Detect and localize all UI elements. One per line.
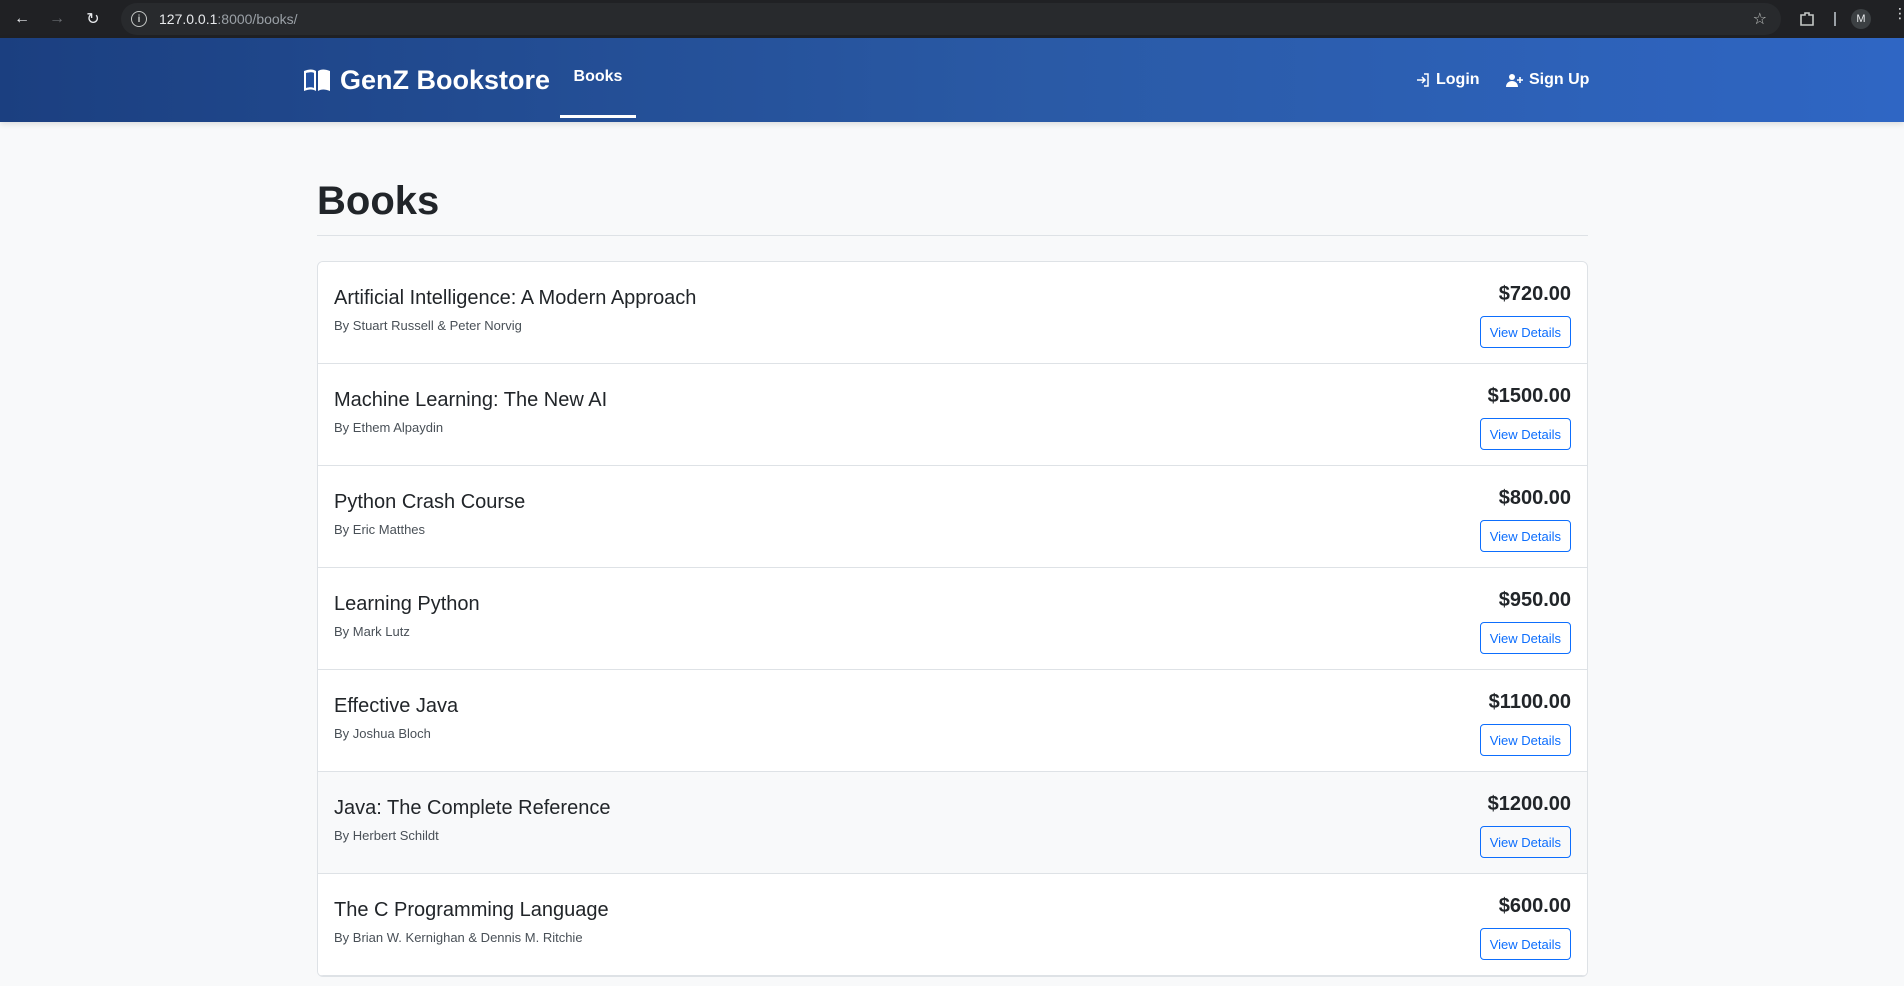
book-item[interactable]: The C Programming Language By Brian W. K…	[318, 874, 1587, 976]
book-title: Python Crash Course	[334, 491, 526, 513]
back-icon[interactable]: ←	[4, 0, 40, 38]
book-item[interactable]: Effective Java By Joshua Bloch $1100.00 …	[318, 670, 1587, 772]
book-author: By Brian W. Kernighan & Dennis M. Ritchi…	[334, 930, 583, 945]
book-price: $950.00	[1498, 589, 1571, 611]
site-navbar: GenZ Bookstore Books Login Sign Up	[0, 38, 1904, 122]
brand-link[interactable]: GenZ Bookstore	[302, 38, 550, 122]
book-title: Artificial Intelligence: A Modern Approa…	[334, 287, 697, 309]
profile-avatar[interactable]: M	[1851, 9, 1871, 29]
forward-icon[interactable]: →	[39, 0, 75, 38]
book-item[interactable]: Java: The Complete Reference By Herbert …	[318, 772, 1587, 874]
book-price: $1500.00	[1487, 385, 1571, 407]
book-item[interactable]: Artificial Intelligence: A Modern Approa…	[318, 262, 1587, 364]
book-title: Effective Java	[334, 695, 459, 717]
title-divider	[317, 235, 1588, 236]
book-price: $600.00	[1498, 895, 1571, 917]
book-item[interactable]: Learning Python By Mark Lutz $950.00 Vie…	[318, 568, 1587, 670]
url-text: 127.0.0.1:8000/books/	[159, 11, 298, 27]
login-icon	[1417, 73, 1429, 87]
book-icon	[304, 69, 330, 91]
page-title: Books	[317, 179, 440, 223]
brand-name: GenZ Bookstore	[340, 64, 551, 95]
view-details-button[interactable]: View Details	[1479, 316, 1571, 348]
book-title: The C Programming Language	[334, 899, 609, 921]
nav-login-link[interactable]: Login	[1415, 38, 1480, 122]
book-item[interactable]: Python Crash Course By Eric Matthes $800…	[318, 466, 1587, 568]
book-item[interactable]: Machine Learning: The New AI By Ethem Al…	[318, 364, 1587, 466]
view-details-button[interactable]: View Details	[1479, 520, 1571, 552]
reload-icon[interactable]: ↻	[75, 0, 111, 38]
book-price: $800.00	[1498, 487, 1571, 509]
book-price: $1100.00	[1488, 691, 1571, 713]
view-details-button[interactable]: View Details	[1479, 418, 1571, 450]
book-author: By Joshua Bloch	[334, 726, 431, 741]
book-author: By Ethem Alpaydin	[334, 420, 444, 435]
browser-toolbar: ← → ↻ i 127.0.0.1:8000/books/ ☆ M ⋮	[0, 0, 1904, 38]
user-plus-icon	[1506, 74, 1523, 87]
nav-books-link[interactable]: Books	[560, 38, 636, 118]
site-info-icon[interactable]: i	[131, 11, 147, 27]
book-author: By Mark Lutz	[334, 624, 410, 639]
book-title: Machine Learning: The New AI	[334, 389, 608, 411]
book-author: By Herbert Schildt	[334, 828, 439, 843]
toolbar-divider	[1834, 12, 1836, 26]
book-list: Artificial Intelligence: A Modern Approa…	[317, 261, 1588, 977]
nav-signup-link[interactable]: Sign Up	[1506, 38, 1589, 122]
book-title: Learning Python	[334, 593, 480, 615]
book-price: $1200.00	[1487, 793, 1571, 815]
bookmark-star-icon[interactable]: ☆	[1753, 9, 1767, 29]
book-title: Java: The Complete Reference	[334, 797, 611, 819]
view-details-button[interactable]: View Details	[1479, 724, 1571, 756]
signup-label: Sign Up	[1529, 71, 1590, 88]
login-label: Login	[1436, 71, 1480, 88]
address-bar[interactable]: i 127.0.0.1:8000/books/ ☆	[121, 3, 1781, 35]
view-details-button[interactable]: View Details	[1479, 826, 1571, 858]
main-content: Books Artificial Intelligence: A Modern …	[317, 122, 1588, 977]
view-details-button[interactable]: View Details	[1479, 928, 1571, 960]
book-price: $720.00	[1498, 283, 1571, 305]
book-author: By Eric Matthes	[334, 522, 426, 537]
browser-menu-icon[interactable]: ⋮	[1893, 6, 1904, 20]
book-author: By Stuart Russell & Peter Norvig	[334, 318, 522, 333]
extensions-icon[interactable]	[1797, 9, 1817, 29]
view-details-button[interactable]: View Details	[1479, 622, 1571, 654]
